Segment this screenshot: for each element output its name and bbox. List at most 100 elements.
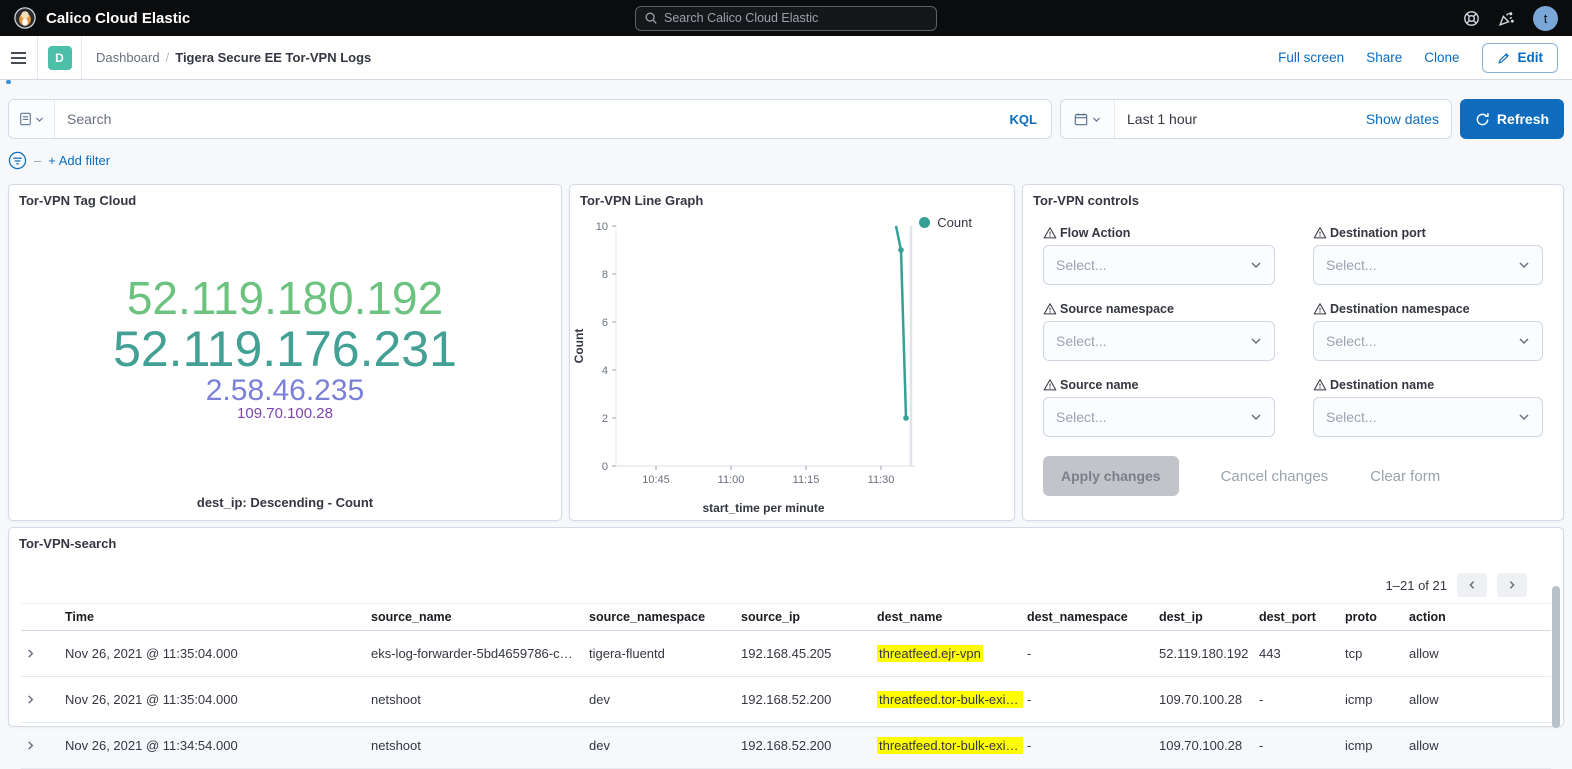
search-icon: [644, 11, 658, 25]
chevron-down-icon: [1250, 411, 1262, 423]
control-field-label: Destination port: [1313, 226, 1543, 240]
cell-time: Nov 26, 2021 @ 11:35:04.000: [61, 677, 367, 723]
column-header-proto: proto: [1341, 604, 1405, 631]
newsfeed-icon[interactable]: [1498, 10, 1515, 27]
cell-dest_namespace: -: [1023, 631, 1155, 677]
cell-dest_namespace: -: [1023, 677, 1155, 723]
tag-cloud-item[interactable]: 52.119.180.192: [127, 275, 443, 323]
kql-toggle[interactable]: KQL: [996, 112, 1051, 127]
help-icon[interactable]: [1463, 10, 1480, 27]
saved-query-menu-button[interactable]: [9, 100, 55, 138]
dashboard-content: Search KQL Last 1 hour Show dates: [0, 80, 1572, 710]
scroll-indicator: [6, 80, 11, 84]
column-header-dest_port: dest_port: [1255, 604, 1341, 631]
warning-icon: [1313, 226, 1327, 240]
table-row: Nov 26, 2021 @ 11:34:54.000netshootdev19…: [21, 723, 1551, 769]
add-filter-link[interactable]: + Add filter: [48, 153, 110, 168]
cell-action: allow: [1405, 677, 1551, 723]
highlighted-dest-name: threatfeed.ejr-vpn: [877, 645, 983, 662]
control-select[interactable]: Select...: [1313, 321, 1543, 361]
chevron-right-icon: [1507, 580, 1517, 590]
chevron-down-icon: [1518, 411, 1530, 423]
cell-dest_name: threatfeed.ejr-vpn: [873, 631, 1023, 677]
svg-text:10: 10: [596, 221, 608, 233]
svg-text:start_time per minute: start_time per minute: [702, 501, 824, 515]
clear-form-button[interactable]: Clear form: [1370, 468, 1440, 485]
share-link[interactable]: Share: [1366, 50, 1402, 65]
edit-label: Edit: [1518, 50, 1544, 65]
control-field-label: Destination name: [1313, 378, 1543, 392]
legend-label: Count: [937, 215, 972, 230]
control-field-label: Source name: [1043, 378, 1275, 392]
time-range-value[interactable]: Last 1 hour: [1115, 111, 1354, 127]
cell-source_ip: 192.168.45.205: [737, 631, 873, 677]
cell-dest_ip: 109.70.100.28: [1155, 677, 1255, 723]
svg-text:10:45: 10:45: [642, 474, 670, 486]
saved-query-icon: [19, 112, 32, 126]
breadcrumb-root[interactable]: Dashboard: [96, 50, 160, 65]
cell-dest_ip: 52.119.180.192: [1155, 631, 1255, 677]
row-expand-button[interactable]: [21, 631, 61, 677]
control-field: Source name Select...: [1043, 370, 1275, 437]
clone-link[interactable]: Clone: [1424, 50, 1459, 65]
results-body: Nov 26, 2021 @ 11:35:04.000eks-log-forwa…: [21, 631, 1551, 769]
tag-cloud: 52.119.180.19252.119.176.2312.58.46.2351…: [9, 202, 561, 495]
tag-cloud-item[interactable]: 109.70.100.28: [237, 406, 333, 422]
control-field-label: Destination namespace: [1313, 302, 1543, 316]
table-row: Nov 26, 2021 @ 11:35:04.000netshootdev19…: [21, 677, 1551, 723]
user-avatar[interactable]: t: [1533, 6, 1558, 31]
svg-text:4: 4: [602, 365, 608, 377]
controls-panel: Tor-VPN controls Flow ActionSelect...Des…: [1022, 184, 1564, 521]
cell-source_name: netshoot: [367, 677, 585, 723]
dashboard-badge[interactable]: D: [48, 46, 72, 70]
results-table: Timesource_namesource_namespacesource_ip…: [21, 603, 1551, 769]
warning-icon: [1043, 302, 1057, 316]
query-input-group: Search KQL: [8, 99, 1052, 139]
brand-title: Calico Cloud Elastic: [46, 10, 190, 27]
control-select[interactable]: Select...: [1313, 245, 1543, 285]
column-header-source_ip: source_ip: [737, 604, 873, 631]
page-next-button[interactable]: [1497, 573, 1527, 597]
chevron-left-icon: [1467, 580, 1477, 590]
control-select[interactable]: Select...: [1313, 397, 1543, 437]
control-field: Flow Action Select...: [1043, 218, 1275, 285]
cell-dest_port: -: [1255, 723, 1341, 769]
results-header-row: Timesource_namesource_namespacesource_ip…: [21, 604, 1551, 631]
page-prev-button[interactable]: [1457, 573, 1487, 597]
edit-button[interactable]: Edit: [1482, 43, 1559, 73]
apply-changes-button[interactable]: Apply changes: [1043, 456, 1179, 496]
pencil-icon: [1497, 51, 1511, 65]
cell-dest_namespace: -: [1023, 723, 1155, 769]
filter-icon[interactable]: [8, 151, 27, 170]
cell-time: Nov 26, 2021 @ 11:35:04.000: [61, 631, 367, 677]
show-dates-link[interactable]: Show dates: [1354, 111, 1451, 127]
chevron-down-icon: [35, 115, 44, 124]
cancel-changes-button[interactable]: Cancel changes: [1221, 468, 1329, 485]
table-row: Nov 26, 2021 @ 11:35:04.000eks-log-forwa…: [21, 631, 1551, 677]
control-field: Source namespaceSelect...: [1043, 294, 1275, 361]
date-quick-menu-button[interactable]: [1061, 100, 1115, 138]
column-header-Time: Time: [61, 604, 367, 631]
chart-legend[interactable]: Count: [919, 215, 972, 230]
tag-cloud-item[interactable]: 52.119.176.231: [113, 323, 457, 375]
vertical-scrollbar[interactable]: [1552, 586, 1560, 728]
control-select[interactable]: Select...: [1043, 397, 1275, 437]
refresh-button[interactable]: Refresh: [1460, 99, 1564, 139]
tag-cloud-item[interactable]: 2.58.46.235: [206, 375, 364, 406]
svg-text:11:30: 11:30: [868, 474, 895, 486]
global-search-input[interactable]: Search Calico Cloud Elastic: [635, 6, 937, 31]
chevron-right-icon: [25, 648, 36, 659]
cell-source_ip: 192.168.52.200: [737, 723, 873, 769]
control-field-label: Flow Action: [1043, 226, 1275, 240]
chevron-down-icon: [1092, 115, 1101, 124]
line-graph-panel-title: Tor-VPN Line Graph: [570, 185, 1014, 216]
kql-search-input[interactable]: Search: [55, 111, 996, 127]
control-select[interactable]: Select...: [1043, 321, 1275, 361]
row-expand-button[interactable]: [21, 677, 61, 723]
date-picker-group: Last 1 hour Show dates: [1060, 99, 1452, 139]
breadcrumb-separator: /: [166, 50, 170, 65]
menu-icon[interactable]: [0, 36, 38, 79]
full-screen-link[interactable]: Full screen: [1278, 50, 1344, 65]
control-select[interactable]: Select...: [1043, 245, 1275, 285]
row-expand-button[interactable]: [21, 723, 61, 769]
